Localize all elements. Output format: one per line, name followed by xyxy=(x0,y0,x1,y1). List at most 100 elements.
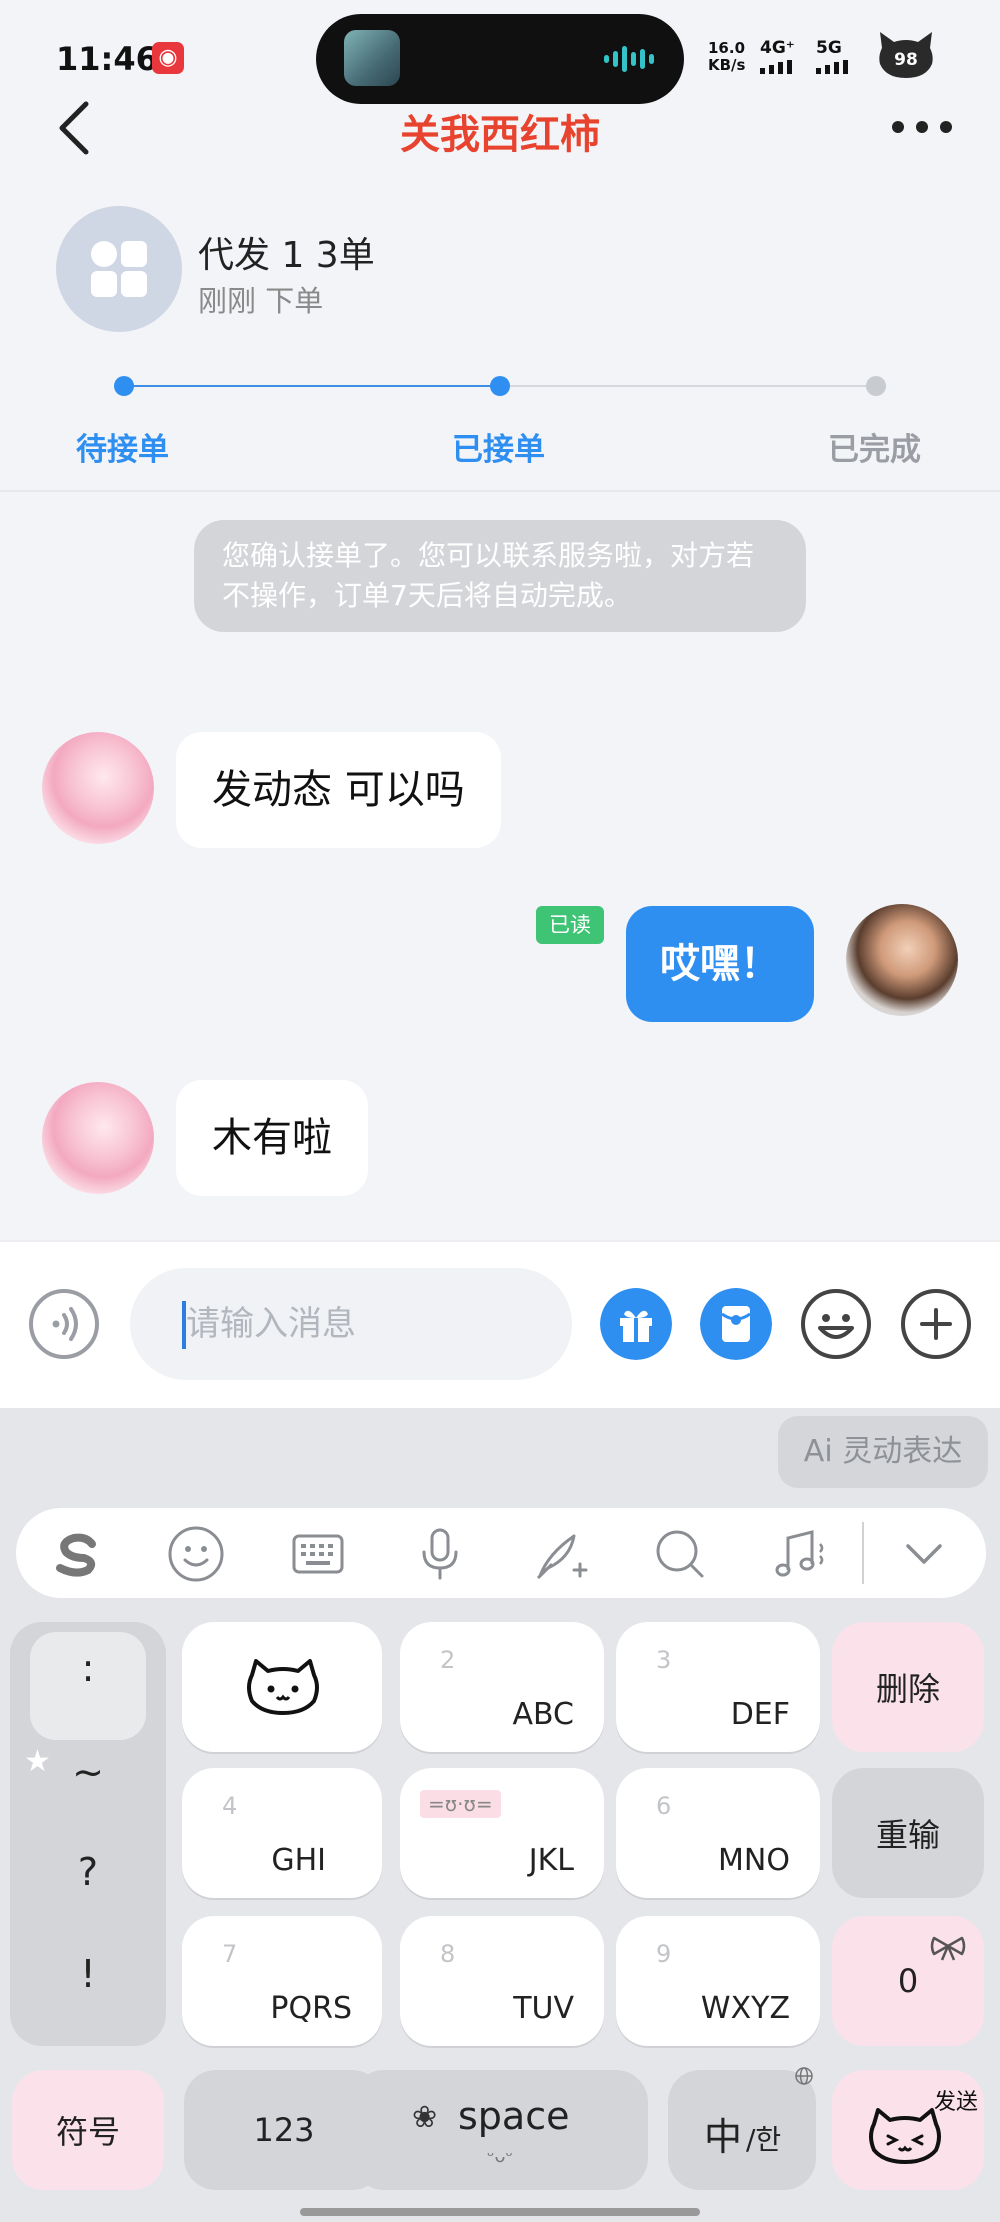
key-wxyz[interactable]: 9 WXYZ xyxy=(616,1916,820,2046)
key-mno[interactable]: 6 MNO xyxy=(616,1768,820,1898)
key-letters: ABC xyxy=(512,1697,574,1732)
system-message: 您确认接单了。您可以联系服务啦，对方若不操作，订单7天后将自动完成。 xyxy=(194,520,806,632)
section-divider xyxy=(0,490,1000,492)
signal-label-4g: 4G⁺ xyxy=(760,38,795,58)
symbols-key-label: 符号 xyxy=(55,2113,120,2151)
symbol-key-exclamation[interactable]: ! xyxy=(10,1952,166,1996)
music-note-icon[interactable] xyxy=(770,1524,830,1584)
globe-icon xyxy=(795,2067,813,2085)
step-label-completed: 已完成 xyxy=(828,432,921,468)
key-jkl[interactable]: =ʊ·ʊ= JKL xyxy=(400,1768,604,1898)
delete-key[interactable]: 删除 xyxy=(832,1622,984,1752)
space-key[interactable]: ❀ space ᵕᴗᵕ xyxy=(352,2070,648,2190)
now-playing-thumbnail xyxy=(344,30,400,86)
message-bubble-incoming[interactable]: 发动态 可以吗 xyxy=(176,732,501,848)
net-speed-value: 16.0 xyxy=(708,39,746,57)
space-key-kaomoji: ᵕᴗᵕ xyxy=(487,2146,513,2167)
ai-expression-button[interactable]: Ai 灵动表达 xyxy=(778,1416,988,1488)
message-bubble-incoming[interactable]: 木有啦 xyxy=(176,1080,368,1196)
contact-avatar[interactable] xyxy=(42,732,154,844)
battery-cat-icon: 98 xyxy=(876,30,936,80)
page-title: 关我西红柿 xyxy=(400,112,600,158)
home-indicator[interactable] xyxy=(300,2208,700,2216)
keyboard-toolbar xyxy=(16,1508,986,1598)
progress-line-pending xyxy=(500,385,876,387)
retype-key[interactable]: 重输 xyxy=(832,1768,984,1898)
gift-icon[interactable] xyxy=(600,1288,672,1360)
key-zero[interactable]: 0 xyxy=(832,1916,984,2046)
battery-level: 98 xyxy=(894,50,918,70)
key-tuv[interactable]: 8 TUV xyxy=(400,1916,604,2046)
signal-label-5g: 5G xyxy=(816,38,842,58)
net-speed-unit: KB/s xyxy=(708,56,746,74)
key-letters: JKL xyxy=(528,1843,574,1878)
retype-key-label: 重输 xyxy=(875,1816,940,1854)
message-bubble-outgoing[interactable]: 哎嘿！ xyxy=(626,906,814,1022)
language-sub-label: /한 xyxy=(746,2123,782,2156)
delete-key-label: 删除 xyxy=(875,1670,940,1708)
network-speed: 16.0 KB/s xyxy=(708,40,745,74)
bow-icon xyxy=(930,1936,966,1961)
progress-line-done xyxy=(124,385,500,387)
more-options-icon[interactable] xyxy=(890,112,954,142)
step-dot-completed xyxy=(866,376,886,396)
key-def[interactable]: 3 DEF xyxy=(616,1622,820,1752)
contact-avatar[interactable] xyxy=(42,1082,154,1194)
netease-music-icon: ◉ xyxy=(152,42,184,74)
red-packet-icon[interactable] xyxy=(700,1288,772,1360)
my-avatar[interactable] xyxy=(846,904,958,1016)
key-letters: DEF xyxy=(730,1697,790,1732)
signal-bars-icon xyxy=(816,60,848,74)
step-label-pending: 待接单 xyxy=(76,432,169,468)
emoji-icon[interactable] xyxy=(800,1288,872,1360)
symbol-key-colon[interactable]: : xyxy=(10,1646,166,1690)
voice-input-icon[interactable] xyxy=(28,1288,100,1360)
key-letters: TUV xyxy=(513,1991,574,2026)
symbol-key-tilde[interactable]: ~ xyxy=(10,1750,166,1794)
key-ghi[interactable]: 4 GHI xyxy=(182,1768,382,1898)
send-key[interactable]: 发送 xyxy=(832,2070,984,2190)
read-receipt-badge: 已读 xyxy=(536,906,604,944)
back-arrow-icon[interactable] xyxy=(50,98,100,158)
collapse-keyboard-icon[interactable] xyxy=(894,1524,954,1584)
key-number: 6 xyxy=(656,1792,672,1820)
key-number: 3 xyxy=(656,1646,672,1674)
ai-writing-quill-icon[interactable] xyxy=(530,1524,590,1584)
step-dot-pending xyxy=(114,376,134,396)
search-icon[interactable] xyxy=(650,1524,710,1584)
key-number: 7 xyxy=(222,1940,238,1968)
key-number: 4 xyxy=(222,1792,238,1820)
app-grid-icon xyxy=(91,241,117,267)
text-caret xyxy=(182,1301,186,1349)
language-switch-key[interactable]: 中 /한 xyxy=(668,2070,816,2190)
key-number: 2 xyxy=(440,1646,456,1674)
step-dot-accepted xyxy=(490,376,510,396)
key-letters: GHI xyxy=(271,1843,326,1878)
step-label-accepted: 已接单 xyxy=(452,432,545,468)
sogou-logo-icon[interactable] xyxy=(46,1524,106,1584)
message-input[interactable] xyxy=(130,1268,572,1380)
toolbar-divider xyxy=(862,1522,864,1584)
emoji-panel-icon[interactable] xyxy=(166,1524,226,1584)
language-main-label: 中 xyxy=(704,2115,743,2159)
symbol-key-question[interactable]: ? xyxy=(10,1850,166,1894)
key-kaomoji-badge: =ʊ·ʊ= xyxy=(420,1790,501,1818)
key-number: 9 xyxy=(656,1940,672,1968)
plus-icon[interactable] xyxy=(900,1288,972,1360)
order-avatar xyxy=(56,206,182,332)
signal-bars-icon xyxy=(760,60,792,74)
key-emoticon[interactable] xyxy=(182,1622,382,1752)
key-pqrs[interactable]: 7 PQRS xyxy=(182,1916,382,2046)
key-letters: PQRS xyxy=(270,1991,352,2026)
keyboard-layout-icon[interactable] xyxy=(288,1524,348,1584)
order-time: 刚刚 下单 xyxy=(198,284,324,318)
cat-face-icon xyxy=(247,1659,319,1715)
microphone-icon[interactable] xyxy=(410,1524,470,1584)
audio-wave-icon xyxy=(604,46,654,72)
key-letters: WXYZ xyxy=(700,1991,790,2026)
order-title: 代发 1 3单 xyxy=(198,235,375,276)
key-letters: MNO xyxy=(718,1843,790,1878)
symbols-key[interactable]: 符号 xyxy=(12,2070,164,2190)
cat-send-icon xyxy=(869,2108,941,2164)
key-abc[interactable]: 2 ABC xyxy=(400,1622,604,1752)
